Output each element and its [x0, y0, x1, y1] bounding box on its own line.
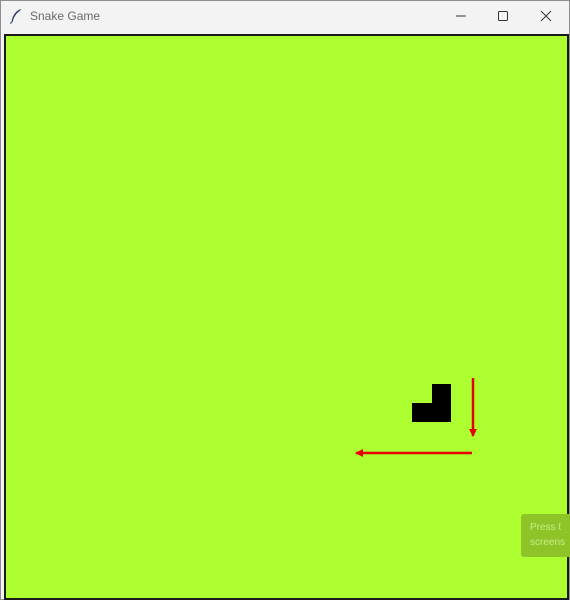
minimize-icon — [456, 15, 466, 17]
annotation-overlay — [355, 378, 477, 457]
game-canvas[interactable] — [4, 34, 569, 600]
maximize-icon — [498, 11, 508, 21]
toast-text-line-2: screens — [530, 537, 566, 548]
snake-segment — [412, 403, 451, 422]
window-title: Snake Game — [30, 9, 101, 23]
app-window: Snake Game Press t screens — [0, 0, 570, 600]
title-bar[interactable]: Snake Game — [1, 1, 569, 32]
maximize-button[interactable] — [482, 1, 524, 31]
screenshot-toast[interactable]: Press t screens — [521, 514, 570, 557]
snake-segment — [432, 384, 451, 403]
close-icon — [540, 10, 552, 22]
close-button[interactable] — [525, 1, 567, 31]
minimize-button[interactable] — [440, 1, 482, 31]
feather-icon — [9, 9, 21, 24]
toast-text-line-1: Press t — [530, 522, 562, 533]
